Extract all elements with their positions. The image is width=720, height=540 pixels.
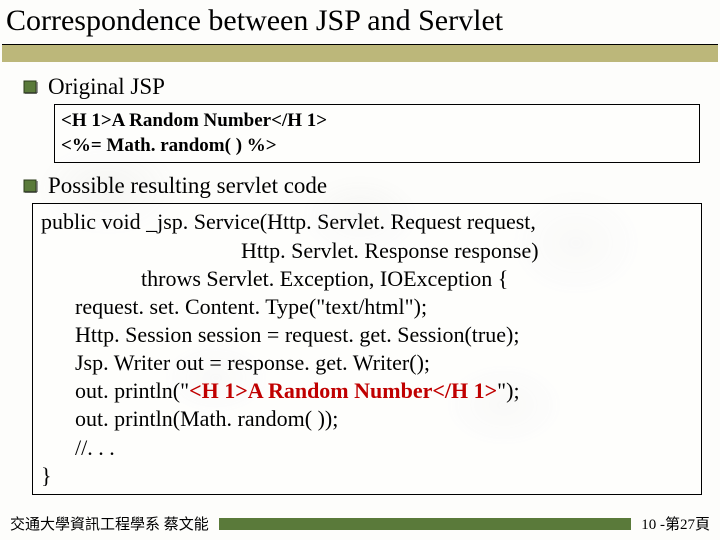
footer-author: 交通大學資訊工程學系 蔡文能 xyxy=(10,513,209,534)
code-line: public void _jsp. Service(Http. Servlet.… xyxy=(41,208,693,236)
code-line: <%= Math. random( ) %> xyxy=(61,134,693,159)
highlighted-code: <H 1>A Random Number</H 1> xyxy=(189,378,497,403)
code-line: //. . . xyxy=(41,434,693,462)
bullet-servlet-code: Possible resulting servlet code xyxy=(0,171,720,201)
bullet-label: Possible resulting servlet code xyxy=(48,173,327,199)
title-underline xyxy=(2,44,718,62)
bullet-icon xyxy=(22,178,38,194)
slide-title: Correspondence between JSP and Servlet xyxy=(0,0,720,44)
code-line: Jsp. Writer out = response. get. Writer(… xyxy=(41,349,693,377)
bullet-label: Original JSP xyxy=(48,74,165,100)
bullet-original-jsp: Original JSP xyxy=(0,72,720,102)
jsp-code-block: <H 1>A Random Number</H 1> <%= Math. ran… xyxy=(54,104,700,163)
code-line: out. println("<H 1>A Random Number</H 1>… xyxy=(41,377,693,405)
bullet-icon xyxy=(22,79,38,95)
code-line: Http. Servlet. Response response) xyxy=(41,237,693,265)
code-line: <H 1>A Random Number</H 1> xyxy=(61,109,693,134)
code-line: throws Servlet. Exception, IOException { xyxy=(41,265,693,293)
code-line: Http. Session session = request. get. Se… xyxy=(41,321,693,349)
servlet-code-block: public void _jsp. Service(Http. Servlet.… xyxy=(32,203,702,495)
code-line: request. set. Content. Type("text/html")… xyxy=(41,293,693,321)
code-line: } xyxy=(41,462,693,490)
footer-page-number: 10 -第27頁 xyxy=(641,513,710,534)
footer: 交通大學資訊工程學系 蔡文能 10 -第27頁 xyxy=(0,513,720,534)
footer-bar xyxy=(219,518,631,530)
code-line: out. println(Math. random( )); xyxy=(41,405,693,433)
